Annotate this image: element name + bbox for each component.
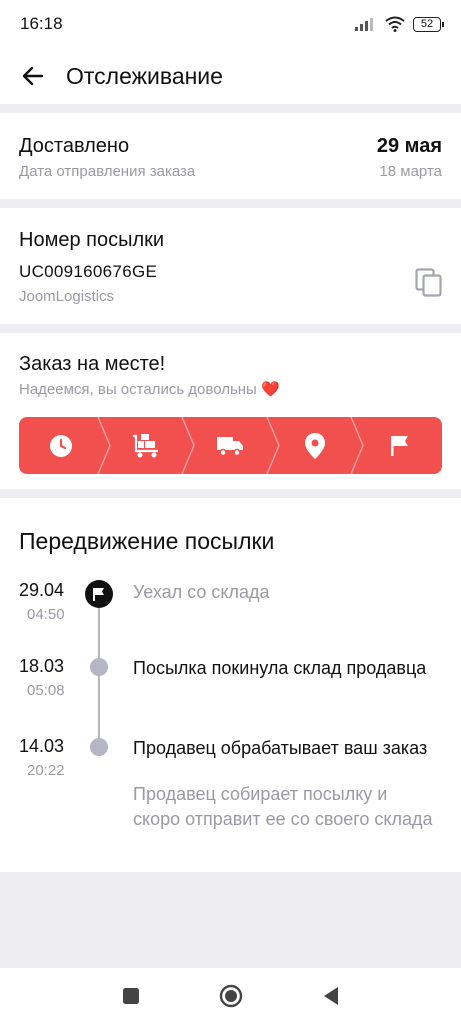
status-time: 16:18 [20, 14, 63, 33]
battery-icon: 52 [413, 16, 444, 32]
progress-bar [19, 417, 442, 474]
app-bar: Отслеживание [0, 48, 461, 104]
flag-icon [390, 435, 408, 456]
wifi-icon [385, 16, 405, 32]
parcel-carrier: JoomLogistics [19, 288, 115, 305]
event-text: Уехал со склада [133, 582, 270, 602]
event-text: Продавец обрабатывает ваш заказ [133, 738, 428, 758]
truck-icon [217, 436, 244, 456]
step-truck [188, 417, 280, 474]
signal-icon [355, 18, 373, 31]
step-clock [19, 417, 111, 474]
progress-card: Заказ на месте! Надеемся, вы остались до… [0, 333, 461, 489]
event-time: 05:08 [27, 682, 65, 699]
recent-apps-button[interactable] [116, 981, 146, 1011]
status-bar: 16:18 52 [0, 0, 461, 48]
status-icons: 52 [355, 16, 444, 32]
timeline-dot [90, 738, 108, 756]
page-title: Отслеживание [66, 62, 223, 89]
delivery-status: Доставлено [19, 135, 130, 157]
back-nav-button[interactable] [316, 981, 346, 1011]
event-date: 14.03 [19, 736, 65, 756]
current-status-marker [85, 580, 113, 608]
copy-icon [415, 268, 442, 297]
system-nav-bar [0, 968, 461, 1024]
timeline-dot [90, 658, 108, 676]
home-icon [219, 984, 242, 1008]
flag-icon [93, 587, 104, 601]
parcel-number: UC009160676GE [19, 262, 158, 281]
step-flag [357, 417, 442, 474]
sent-date: 18 марта [379, 163, 442, 180]
step-warehouse [104, 417, 196, 474]
event-note: Продавец собирает посылку и скоро отправ… [133, 784, 433, 829]
copy-button[interactable] [415, 268, 443, 298]
sent-date-label: Дата отправления заказа [19, 163, 196, 180]
progress-subtitle: Надеемся, вы остались довольны ❤️ [19, 381, 280, 398]
arrow-left-icon [22, 66, 44, 86]
back-button[interactable] [0, 48, 66, 104]
recent-apps-icon [122, 988, 139, 1004]
event-date: 18.03 [19, 656, 65, 676]
event-time: 04:50 [27, 606, 65, 623]
back-triangle-icon [323, 987, 338, 1005]
movement-heading: Передвижение посылки [19, 528, 275, 554]
clock-icon [50, 434, 73, 457]
parcel-card: Номер посылки UC009160676GE JoomLogistic… [0, 208, 461, 324]
step-location [273, 417, 365, 474]
parcel-heading: Номер посылки [19, 229, 165, 251]
timeline-line [98, 676, 100, 746]
warehouse-cart-icon [132, 433, 158, 457]
location-pin-icon [305, 432, 326, 459]
delivery-date: 29 мая [376, 135, 442, 157]
event-time: 20:22 [27, 762, 65, 779]
progress-heading: Заказ на месте! [19, 353, 166, 375]
movement-card: Передвижение посылки 29.04 04:50 Уехал с… [0, 498, 461, 872]
event-date: 29.04 [19, 580, 65, 600]
event-text: Посылка покинула склад продавца [133, 658, 427, 678]
timeline-line [98, 602, 100, 666]
home-button[interactable] [216, 981, 246, 1011]
delivery-card: Доставлено Дата отправления заказа 29 ма… [0, 113, 461, 199]
